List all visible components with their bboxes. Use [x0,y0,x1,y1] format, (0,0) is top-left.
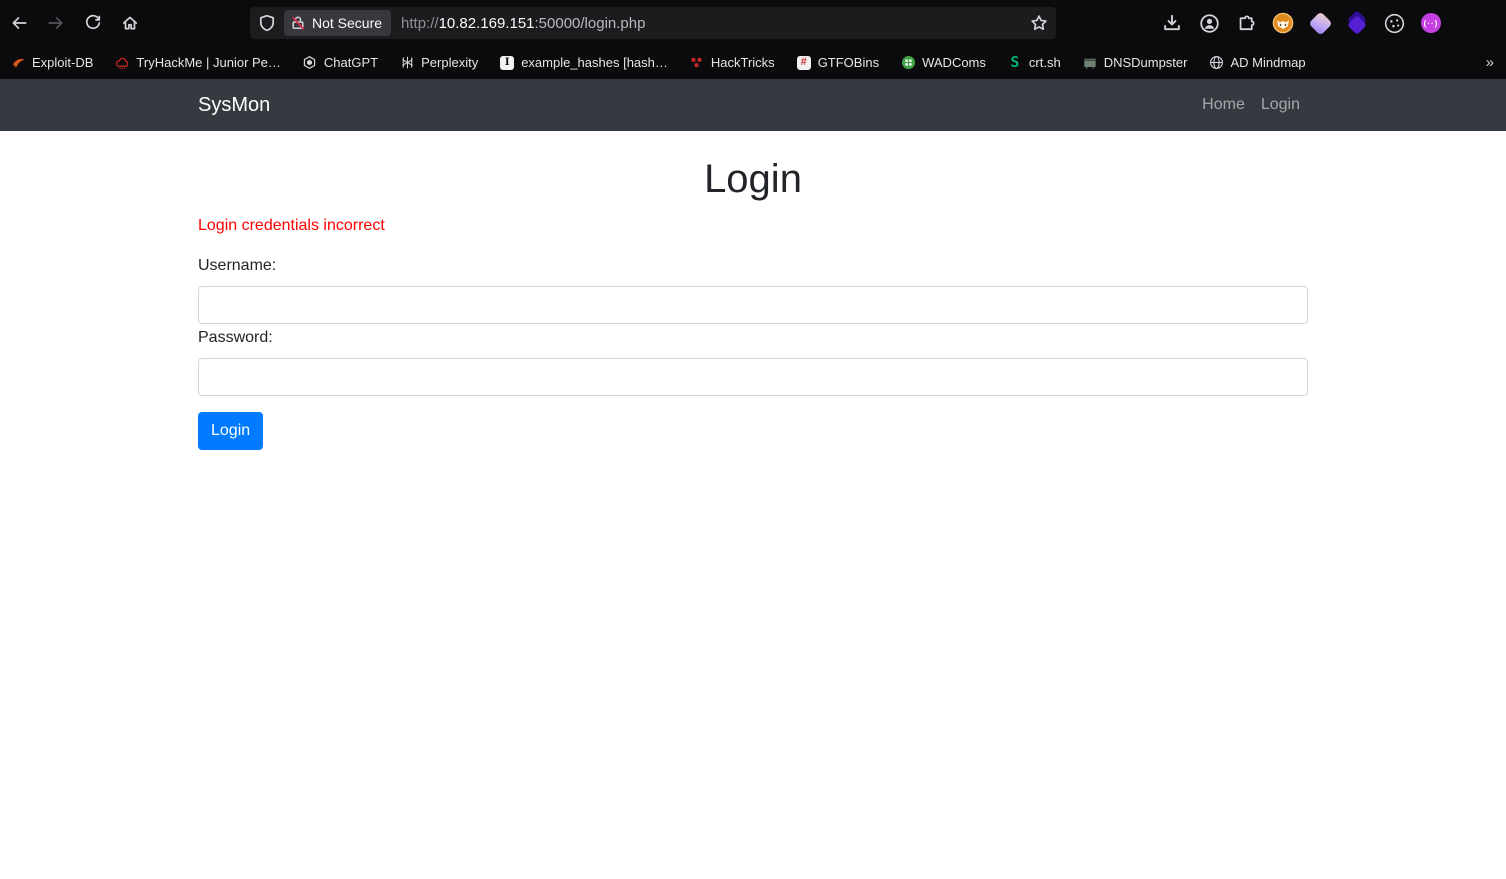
downloads-icon[interactable] [1160,11,1184,35]
nav-link-login[interactable]: Login [1253,88,1308,122]
bookmark-hacktricks[interactable]: HackTricks [689,55,775,71]
bookmark-label: Perplexity [421,55,478,70]
broken-lock-icon [290,15,306,31]
gtfobins-icon: # [796,55,812,71]
bookmark-chatgpt[interactable]: ChatGPT [302,55,378,71]
password-label: Password: [198,329,1308,347]
menu-hamburger-icon[interactable] [1456,11,1474,35]
forward-icon[interactable] [47,14,65,32]
bookmark-star-icon[interactable] [1030,14,1048,32]
bookmark-label: WADComs [922,55,986,70]
web-page: SysMon Home Login Login Login credential… [0,79,1506,879]
tryhackme-cloud-icon [114,55,130,71]
hacktricks-icon [689,55,705,71]
login-submit-button[interactable]: Login [198,412,263,450]
bookmark-ad-mindmap[interactable]: AD Mindmap [1208,55,1305,71]
bookmark-perplexity[interactable]: Perplexity [399,55,478,71]
bookmark-dnsdumpster[interactable]: DNSDumpster [1082,55,1188,71]
hashcat-icon: I [499,55,515,71]
connection-security-chip[interactable]: Not Secure [284,10,391,36]
back-icon[interactable] [10,14,28,32]
bookmark-example-hashes[interactable]: I example_hashes [hash… [499,55,668,71]
login-error-message: Login credentials incorrect [198,217,1308,235]
bookmark-exploitdb[interactable]: Exploit-DB [10,55,93,71]
foxyproxy-extension-icon[interactable] [1271,11,1295,35]
account-icon[interactable] [1197,11,1221,35]
nav-link-home[interactable]: Home [1194,88,1253,122]
tracking-shield-icon[interactable] [258,14,276,32]
bookmark-label: Exploit-DB [32,55,93,70]
home-icon[interactable] [121,14,139,32]
username-label: Username: [198,257,1308,275]
bookmark-label: AD Mindmap [1230,55,1305,70]
exploitdb-icon [10,55,26,71]
main-content: Login Login credentials incorrect Userna… [183,155,1323,450]
url-host: 10.82.169.151 [439,15,535,32]
layers-extension-icon[interactable] [1345,11,1369,35]
bookmark-label: GTFOBins [818,55,879,70]
username-input[interactable] [198,286,1308,324]
navbar-links: Home Login [1194,88,1308,122]
chatgpt-icon [302,55,318,71]
security-label: Not Secure [312,15,382,31]
dnsdumpster-icon [1082,55,1098,71]
wappalyzer-extension-icon[interactable]: (··) [1419,11,1443,35]
bookmark-label: DNSDumpster [1104,55,1188,70]
crtsh-icon: S [1007,55,1023,71]
password-input[interactable] [198,358,1308,396]
cookie-extension-icon[interactable] [1382,11,1406,35]
navbar-brand[interactable]: SysMon [198,94,270,117]
site-navbar: SysMon Home Login [0,79,1506,131]
bookmark-label: ChatGPT [324,55,378,70]
perplexity-icon [399,55,415,71]
bookmarks-overflow-chevron-icon[interactable]: » [1486,54,1494,71]
globe-icon [1208,55,1224,71]
url-path: :50000/login.php [535,15,646,32]
bookmark-wadcoms[interactable]: WADComs [900,55,986,71]
browser-toolbar: Not Secure http://10.82.169.151:50000/lo… [0,0,1506,46]
purple-diamond-extension-icon[interactable] [1308,11,1332,35]
bookmark-crtsh[interactable]: S crt.sh [1007,55,1061,71]
extensions-puzzle-icon[interactable] [1234,11,1258,35]
url-text[interactable]: http://10.82.169.151:50000/login.php [401,15,1022,32]
bookmark-label: example_hashes [hash… [521,55,668,70]
bookmark-label: crt.sh [1029,55,1061,70]
bookmark-tryhackme[interactable]: TryHackMe | Junior Pe… [114,55,281,71]
bookmark-label: TryHackMe | Junior Pe… [136,55,281,70]
wadcoms-icon [900,55,916,71]
url-bar[interactable]: Not Secure http://10.82.169.151:50000/lo… [250,7,1056,39]
url-scheme: http:// [401,15,439,32]
page-title: Login [198,155,1308,203]
bookmark-label: HackTricks [711,55,775,70]
bookmark-gtfobins[interactable]: # GTFOBins [796,55,879,71]
reload-icon[interactable] [84,14,102,32]
bookmarks-bar: Exploit-DB TryHackMe | Junior Pe… ChatGP… [0,46,1506,79]
